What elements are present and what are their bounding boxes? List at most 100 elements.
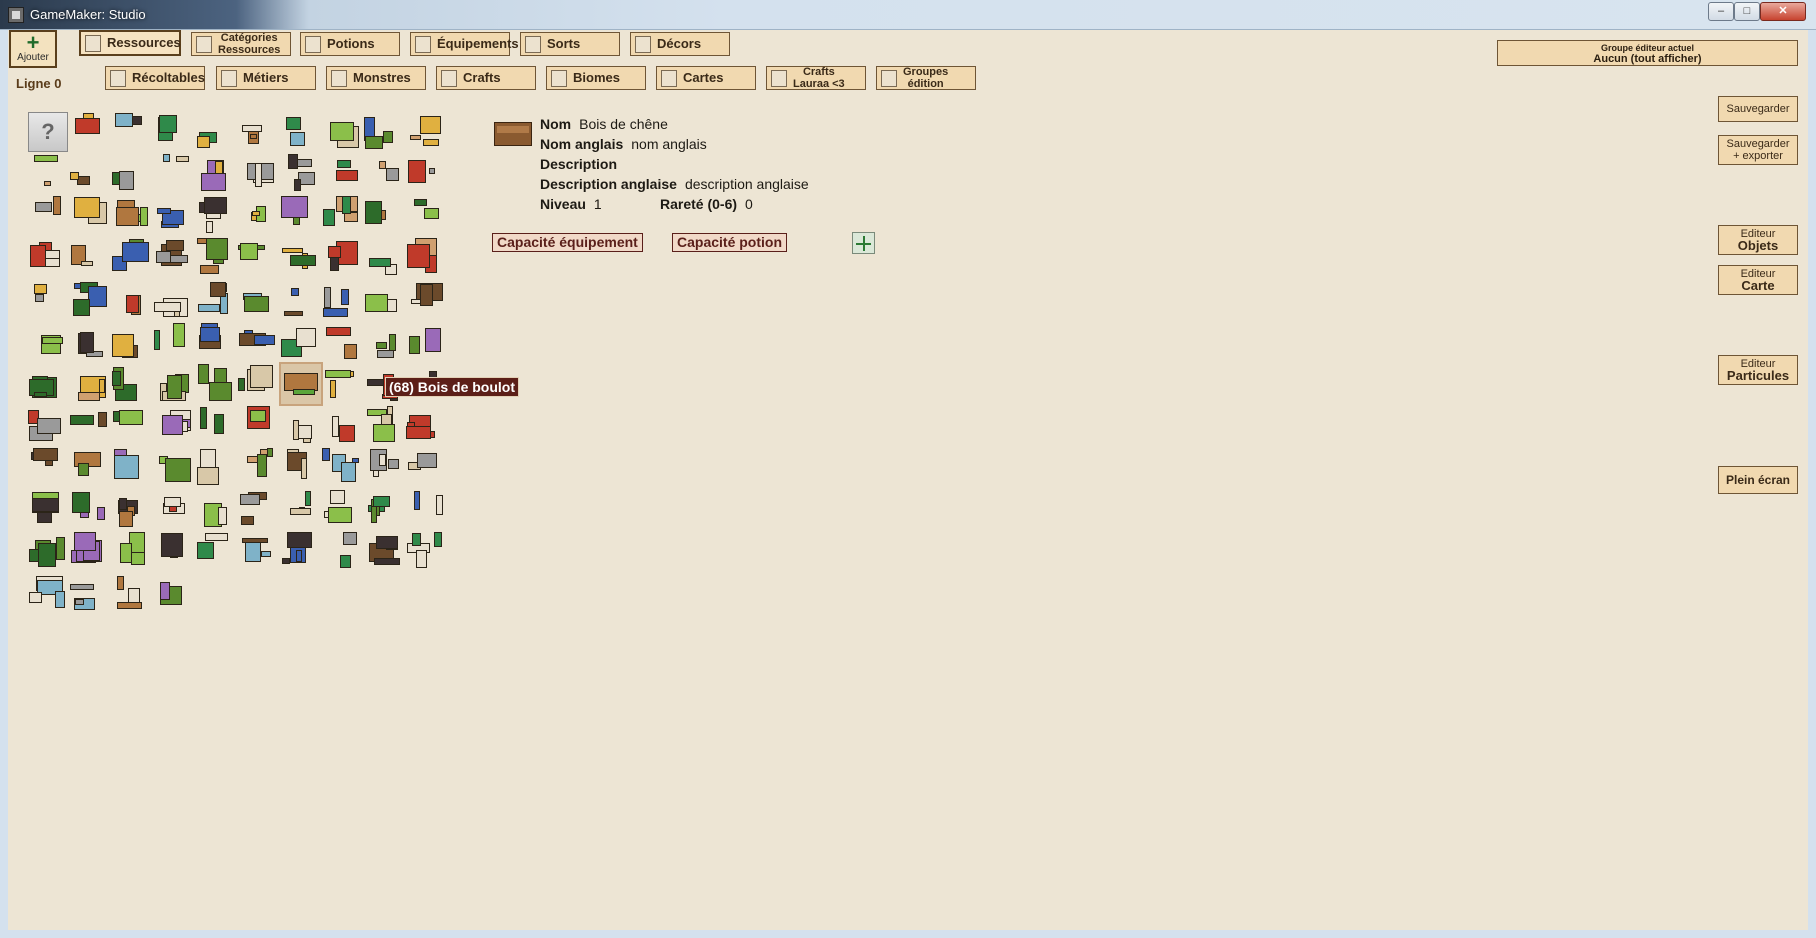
grid-cell[interactable]	[238, 280, 278, 320]
grid-cell[interactable]	[406, 322, 446, 362]
grid-cell[interactable]	[280, 490, 320, 530]
grid-cell[interactable]	[364, 154, 404, 194]
fullscreen-button[interactable]: Plein écran	[1718, 466, 1798, 494]
grid-cell[interactable]	[196, 406, 236, 446]
editor-objets-button[interactable]: Editeur Objets	[1718, 225, 1798, 255]
grid-cell[interactable]	[154, 406, 194, 446]
grid-cell[interactable]	[196, 112, 236, 152]
editor-carte-button[interactable]: Editeur Carte	[1718, 265, 1798, 295]
capacity-equipment-button[interactable]: Capacité équipement	[492, 233, 643, 252]
grid-cell[interactable]	[280, 154, 320, 194]
grid-cell[interactable]	[112, 154, 152, 194]
save-export-button[interactable]: Sauvegarder + exporter	[1718, 135, 1798, 165]
grid-cell[interactable]	[154, 112, 194, 152]
tab-ressources[interactable]: Ressources	[79, 30, 181, 56]
detail-level-value[interactable]: 1	[594, 196, 602, 212]
grid-cell[interactable]	[238, 154, 278, 194]
grid-cell[interactable]	[364, 322, 404, 362]
grid-cell[interactable]	[70, 448, 110, 488]
grid-cell[interactable]	[322, 490, 362, 530]
capacity-potion-button[interactable]: Capacité potion	[672, 233, 788, 252]
grid-cell[interactable]	[238, 364, 278, 404]
grid-cell[interactable]	[154, 238, 194, 278]
grid-cell[interactable]	[196, 490, 236, 530]
tab-checkbox[interactable]	[85, 34, 101, 52]
grid-cell[interactable]	[28, 574, 68, 614]
grid-cell[interactable]	[406, 280, 446, 320]
grid-cell[interactable]	[280, 196, 320, 236]
grid-cell[interactable]	[196, 154, 236, 194]
grid-cell[interactable]	[112, 238, 152, 278]
grid-cell[interactable]	[364, 532, 404, 572]
grid-cell[interactable]	[196, 322, 236, 362]
grid-cell[interactable]	[196, 238, 236, 278]
tab-groupes-edition[interactable]: Groupes édition	[876, 66, 976, 90]
editor-particules-button[interactable]: Editeur Particules	[1718, 355, 1798, 385]
grid-cell[interactable]	[28, 532, 68, 572]
tab-crafts-lauraa[interactable]: Crafts Lauraa <3	[766, 66, 866, 90]
grid-cell[interactable]	[70, 238, 110, 278]
tab-checkbox[interactable]	[551, 69, 567, 87]
add-button[interactable]: + Ajouter	[9, 30, 57, 68]
grid-cell[interactable]	[70, 196, 110, 236]
grid-cell[interactable]	[28, 490, 68, 530]
grid-cell[interactable]	[364, 490, 404, 530]
grid-cell-unknown[interactable]: ?	[28, 112, 68, 152]
grid-cell[interactable]	[154, 196, 194, 236]
tab-potions[interactable]: Potions	[300, 32, 400, 56]
tab-checkbox[interactable]	[221, 69, 237, 87]
grid-cell[interactable]	[406, 154, 446, 194]
grid-cell[interactable]	[196, 532, 236, 572]
grid-cell[interactable]	[238, 490, 278, 530]
tab-checkbox[interactable]	[415, 35, 431, 53]
grid-cell[interactable]	[154, 322, 194, 362]
grid-cell[interactable]	[154, 574, 194, 614]
grid-cell[interactable]	[238, 322, 278, 362]
grid-cell[interactable]	[154, 532, 194, 572]
tab-checkbox[interactable]	[881, 69, 897, 87]
grid-cell[interactable]	[406, 112, 446, 152]
grid-cell[interactable]	[280, 238, 320, 278]
grid-cell[interactable]	[112, 322, 152, 362]
tab-checkbox[interactable]	[525, 35, 541, 53]
grid-cell[interactable]	[364, 448, 404, 488]
tab-monstres[interactable]: Monstres	[326, 66, 426, 90]
grid-cell[interactable]	[280, 532, 320, 572]
grid-cell[interactable]	[28, 364, 68, 404]
grid-cell[interactable]	[70, 322, 110, 362]
grid-cell[interactable]	[154, 490, 194, 530]
grid-cell[interactable]	[28, 196, 68, 236]
grid-cell[interactable]	[280, 112, 320, 152]
grid-cell[interactable]	[28, 280, 68, 320]
grid-cell[interactable]	[406, 238, 446, 278]
grid-cell[interactable]	[112, 574, 152, 614]
grid-cell[interactable]	[238, 112, 278, 152]
tab-biomes[interactable]: Biomes	[546, 66, 646, 90]
tab-categories-ressources[interactable]: Catégories Ressources	[191, 32, 291, 56]
grid-cell[interactable]	[70, 532, 110, 572]
grid-cell[interactable]	[406, 532, 446, 572]
add-capacity-icon[interactable]	[852, 232, 875, 254]
grid-cell[interactable]	[28, 406, 68, 446]
grid-cell[interactable]	[406, 406, 446, 446]
grid-cell[interactable]	[112, 196, 152, 236]
detail-en-name-value[interactable]: nom anglais	[631, 136, 707, 152]
grid-cell[interactable]	[112, 112, 152, 152]
editor-group-selector[interactable]: Groupe éditeur actuel Aucun (tout affich…	[1497, 40, 1798, 66]
grid-cell[interactable]	[112, 490, 152, 530]
grid-cell[interactable]	[70, 280, 110, 320]
grid-cell[interactable]	[280, 280, 320, 320]
grid-cell[interactable]	[322, 112, 362, 152]
detail-rarity-value[interactable]: 0	[745, 196, 753, 212]
grid-cell[interactable]	[70, 574, 110, 614]
grid-cell[interactable]	[406, 448, 446, 488]
grid-cell[interactable]	[28, 448, 68, 488]
grid-cell[interactable]	[154, 448, 194, 488]
tab-sorts[interactable]: Sorts	[520, 32, 620, 56]
grid-cell[interactable]	[70, 112, 110, 152]
grid-cell[interactable]	[112, 280, 152, 320]
grid-cell[interactable]	[112, 364, 152, 404]
grid-cell[interactable]	[322, 532, 362, 572]
close-button[interactable]: ✕	[1760, 2, 1806, 21]
grid-cell[interactable]	[28, 238, 68, 278]
